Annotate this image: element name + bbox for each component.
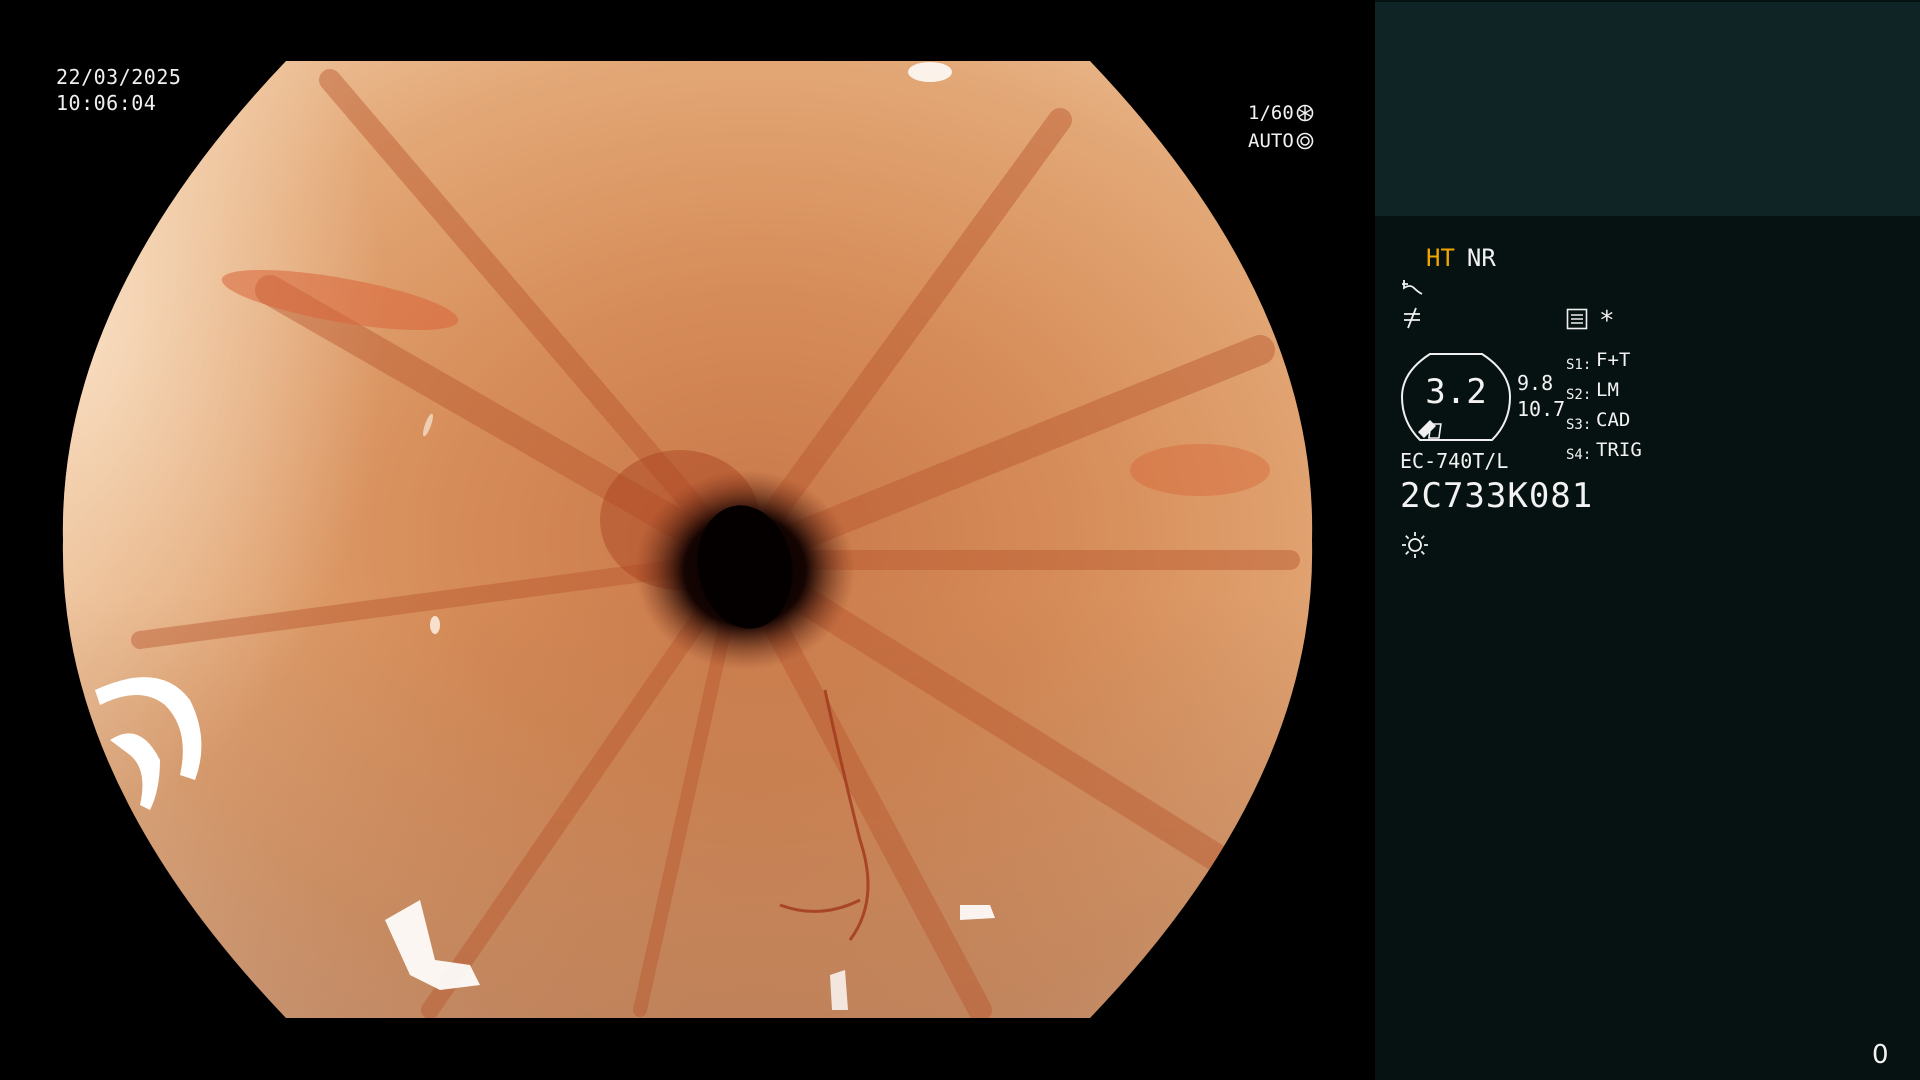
endoscopic-image	[62, 61, 1313, 1018]
info-panel: HT NR * 3.2 9.8 10.7 S1: F+T S2: LM S3: CAD …	[1375, 0, 1920, 1080]
switch-key: S4:	[1566, 447, 1592, 463]
iris-row: AUTO	[1248, 127, 1328, 155]
switch-row-s3: S3: CAD	[1566, 408, 1642, 438]
zoom-indicator: 3.2	[1400, 352, 1512, 442]
star-indicator: *	[1599, 306, 1615, 336]
switch-key: S2:	[1566, 387, 1592, 403]
iris-mode: AUTO	[1248, 130, 1294, 152]
switch-row-s4: S4: TRIG	[1566, 438, 1642, 468]
switch-row-s1: S1: F+T	[1566, 348, 1642, 378]
enhancement-curve-icon	[1402, 280, 1423, 295]
switch-value: LM	[1596, 379, 1619, 401]
date-time-display: 22/03/2025 10:06:04	[56, 64, 181, 116]
light-source-icon	[1402, 532, 1428, 558]
switch-key: S1:	[1566, 357, 1592, 373]
switch-key: S3:	[1566, 417, 1592, 433]
mode-ht-indicator: HT	[1426, 244, 1455, 272]
switch-row-s2: S2: LM	[1566, 378, 1642, 408]
image-mode-row: HT NR	[1426, 244, 1496, 272]
time-text: 10:06:04	[56, 91, 157, 115]
endoscope-video-area: 22/03/2025 10:06:04 1/60 AUTO	[0, 0, 1375, 1080]
switch-value: CAD	[1596, 409, 1631, 431]
date-text: 22/03/2025	[56, 65, 182, 89]
shutter-speed: 1/60	[1248, 102, 1294, 124]
shutter-row: 1/60	[1248, 99, 1328, 127]
scope-model: EC-740T/L	[1400, 449, 1509, 473]
exposure-info: 1/60 AUTO	[1248, 99, 1328, 155]
contrast-slash-icon	[1404, 307, 1420, 329]
zoom-value: 3.2	[1425, 372, 1487, 412]
frame-counter: 0	[1872, 1040, 1889, 1070]
switch-value: F+T	[1596, 349, 1631, 371]
scope-switch-list: S1: F+T S2: LM S3: CAD S4: TRIG	[1566, 348, 1642, 468]
magnification-values: 9.8 10.7	[1517, 370, 1565, 422]
mag-value-2: 10.7	[1517, 397, 1566, 421]
switch-value: TRIG	[1596, 439, 1642, 461]
info-panel-header-area	[1375, 2, 1920, 216]
mag-value-1: 9.8	[1517, 371, 1554, 395]
aperture-icon	[1296, 104, 1314, 122]
preset-list-icon	[1566, 308, 1588, 330]
mode-nr-indicator: NR	[1466, 244, 1496, 272]
iris-ring-icon	[1296, 132, 1314, 150]
scope-serial-number: 2C733K081	[1400, 476, 1594, 516]
